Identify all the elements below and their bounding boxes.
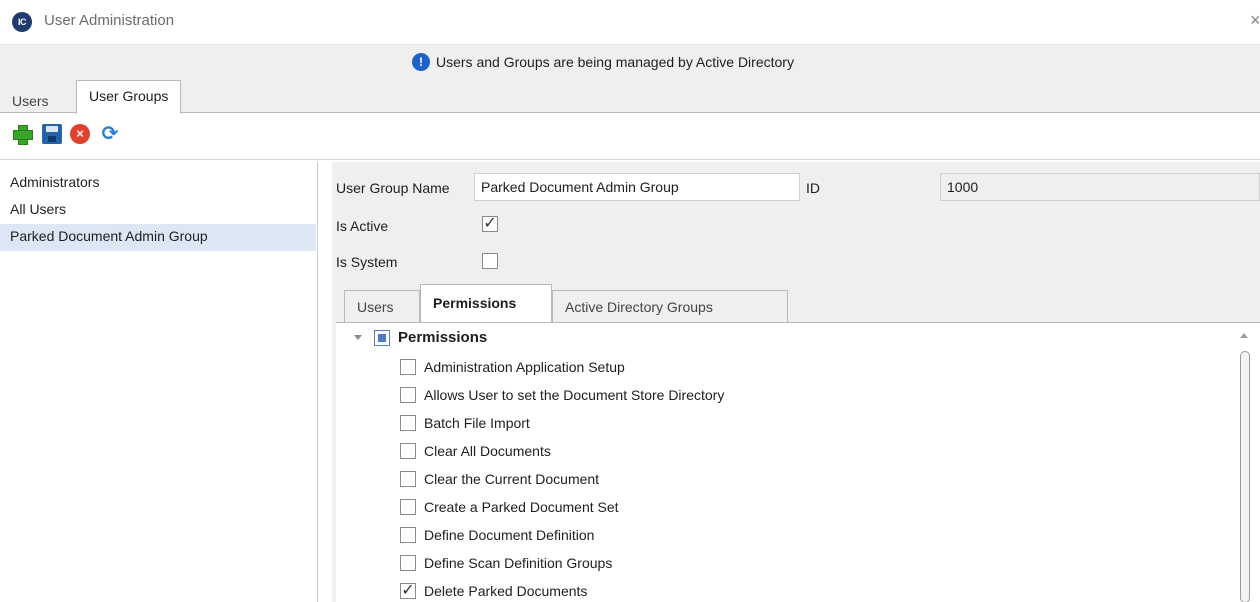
is-system-label: Is System [336, 254, 398, 270]
group-name-label: User Group Name [336, 180, 450, 196]
permission-item[interactable]: ✓ Delete Parked Documents [400, 577, 587, 602]
permission-item[interactable]: Define Scan Definition Groups [400, 549, 612, 577]
permission-checkbox[interactable] [400, 443, 416, 459]
tab-users[interactable]: Users [12, 85, 49, 113]
permission-label: Batch File Import [424, 415, 530, 431]
permission-label: Clear All Documents [424, 443, 551, 459]
permissions-root-node[interactable]: Permissions [354, 329, 487, 346]
window-title: User Administration [44, 12, 175, 29]
permission-item[interactable]: Clear the Current Document [400, 465, 599, 493]
permissions-root-label: Permissions [398, 329, 488, 346]
close-icon[interactable]: × [1250, 10, 1260, 31]
group-name-input[interactable]: Parked Document Admin Group [474, 173, 800, 201]
list-item-administrators[interactable]: Administrators [0, 170, 316, 197]
permission-label: Define Document Definition [424, 527, 595, 543]
vertical-scrollbar[interactable] [1240, 351, 1250, 602]
detail-tab-strip: Users Permissions Active Directory Group… [344, 284, 1248, 323]
group-detail-panel: User Group Name Parked Document Admin Gr… [332, 162, 1260, 602]
list-item-all-users[interactable]: All Users [0, 197, 316, 224]
title-bar: IC User Administration × [0, 0, 1260, 44]
collapse-arrow-icon[interactable] [354, 335, 362, 340]
add-icon[interactable] [12, 124, 33, 145]
toolbar: × ⟳ [0, 114, 1260, 160]
permission-item[interactable]: Administration Application Setup [400, 353, 625, 381]
id-field: 1000 [940, 173, 1260, 201]
permission-label: Clear the Current Document [424, 471, 600, 487]
app-logo-icon: IC [12, 12, 32, 32]
partial-check-icon[interactable] [374, 329, 390, 346]
permission-item[interactable]: Clear All Documents [400, 437, 551, 465]
permission-checkbox[interactable] [400, 387, 416, 403]
permission-label: Create a Parked Document Set [424, 499, 619, 515]
permission-checkbox[interactable] [400, 555, 416, 571]
permission-label: Allows User to set the Document Store Di… [424, 387, 725, 403]
banner-message: Users and Groups are being managed by Ac… [436, 54, 794, 70]
permission-checkbox[interactable] [400, 527, 416, 543]
info-banner: ! Users and Groups are being managed by … [0, 44, 1260, 80]
permission-item[interactable]: Create a Parked Document Set [400, 493, 619, 521]
user-group-list: Administrators All Users Parked Document… [0, 162, 318, 602]
permission-checkbox[interactable] [400, 359, 416, 375]
scroll-up-arrow-icon[interactable] [1240, 333, 1248, 338]
is-active-label: Is Active [336, 218, 389, 234]
permission-item[interactable]: Define Document Definition [400, 521, 594, 549]
permission-item[interactable]: Allows User to set the Document Store Di… [400, 381, 724, 409]
permission-checkbox[interactable] [400, 499, 416, 515]
permission-checkbox[interactable] [400, 471, 416, 487]
tab-active-directory-groups[interactable]: Active Directory Groups [552, 290, 788, 322]
permission-label: Delete Parked Documents [424, 583, 588, 599]
tab-group-users[interactable]: Users [344, 290, 420, 322]
list-item-parked-document-admin-group[interactable]: Parked Document Admin Group [0, 224, 316, 251]
permission-checkbox[interactable] [400, 415, 416, 431]
permissions-tree: Permissions Administration Application S… [336, 322, 1260, 602]
info-icon: ! [412, 53, 430, 71]
permission-label: Administration Application Setup [424, 359, 625, 375]
permission-item[interactable]: Batch File Import [400, 409, 530, 437]
permission-label: Define Scan Definition Groups [424, 555, 613, 571]
is-system-checkbox[interactable] [482, 253, 498, 269]
tab-permissions[interactable]: Permissions [420, 284, 552, 323]
is-active-checkbox[interactable]: ✓ [482, 216, 498, 232]
save-icon[interactable] [42, 124, 62, 144]
tab-user-groups[interactable]: User Groups [76, 80, 182, 114]
refresh-icon[interactable]: ⟳ [100, 124, 120, 144]
main-tab-strip: Users User Groups [0, 80, 1260, 114]
permission-checkbox[interactable]: ✓ [400, 583, 416, 599]
id-label: ID [806, 180, 820, 196]
cancel-icon[interactable]: × [70, 124, 90, 144]
